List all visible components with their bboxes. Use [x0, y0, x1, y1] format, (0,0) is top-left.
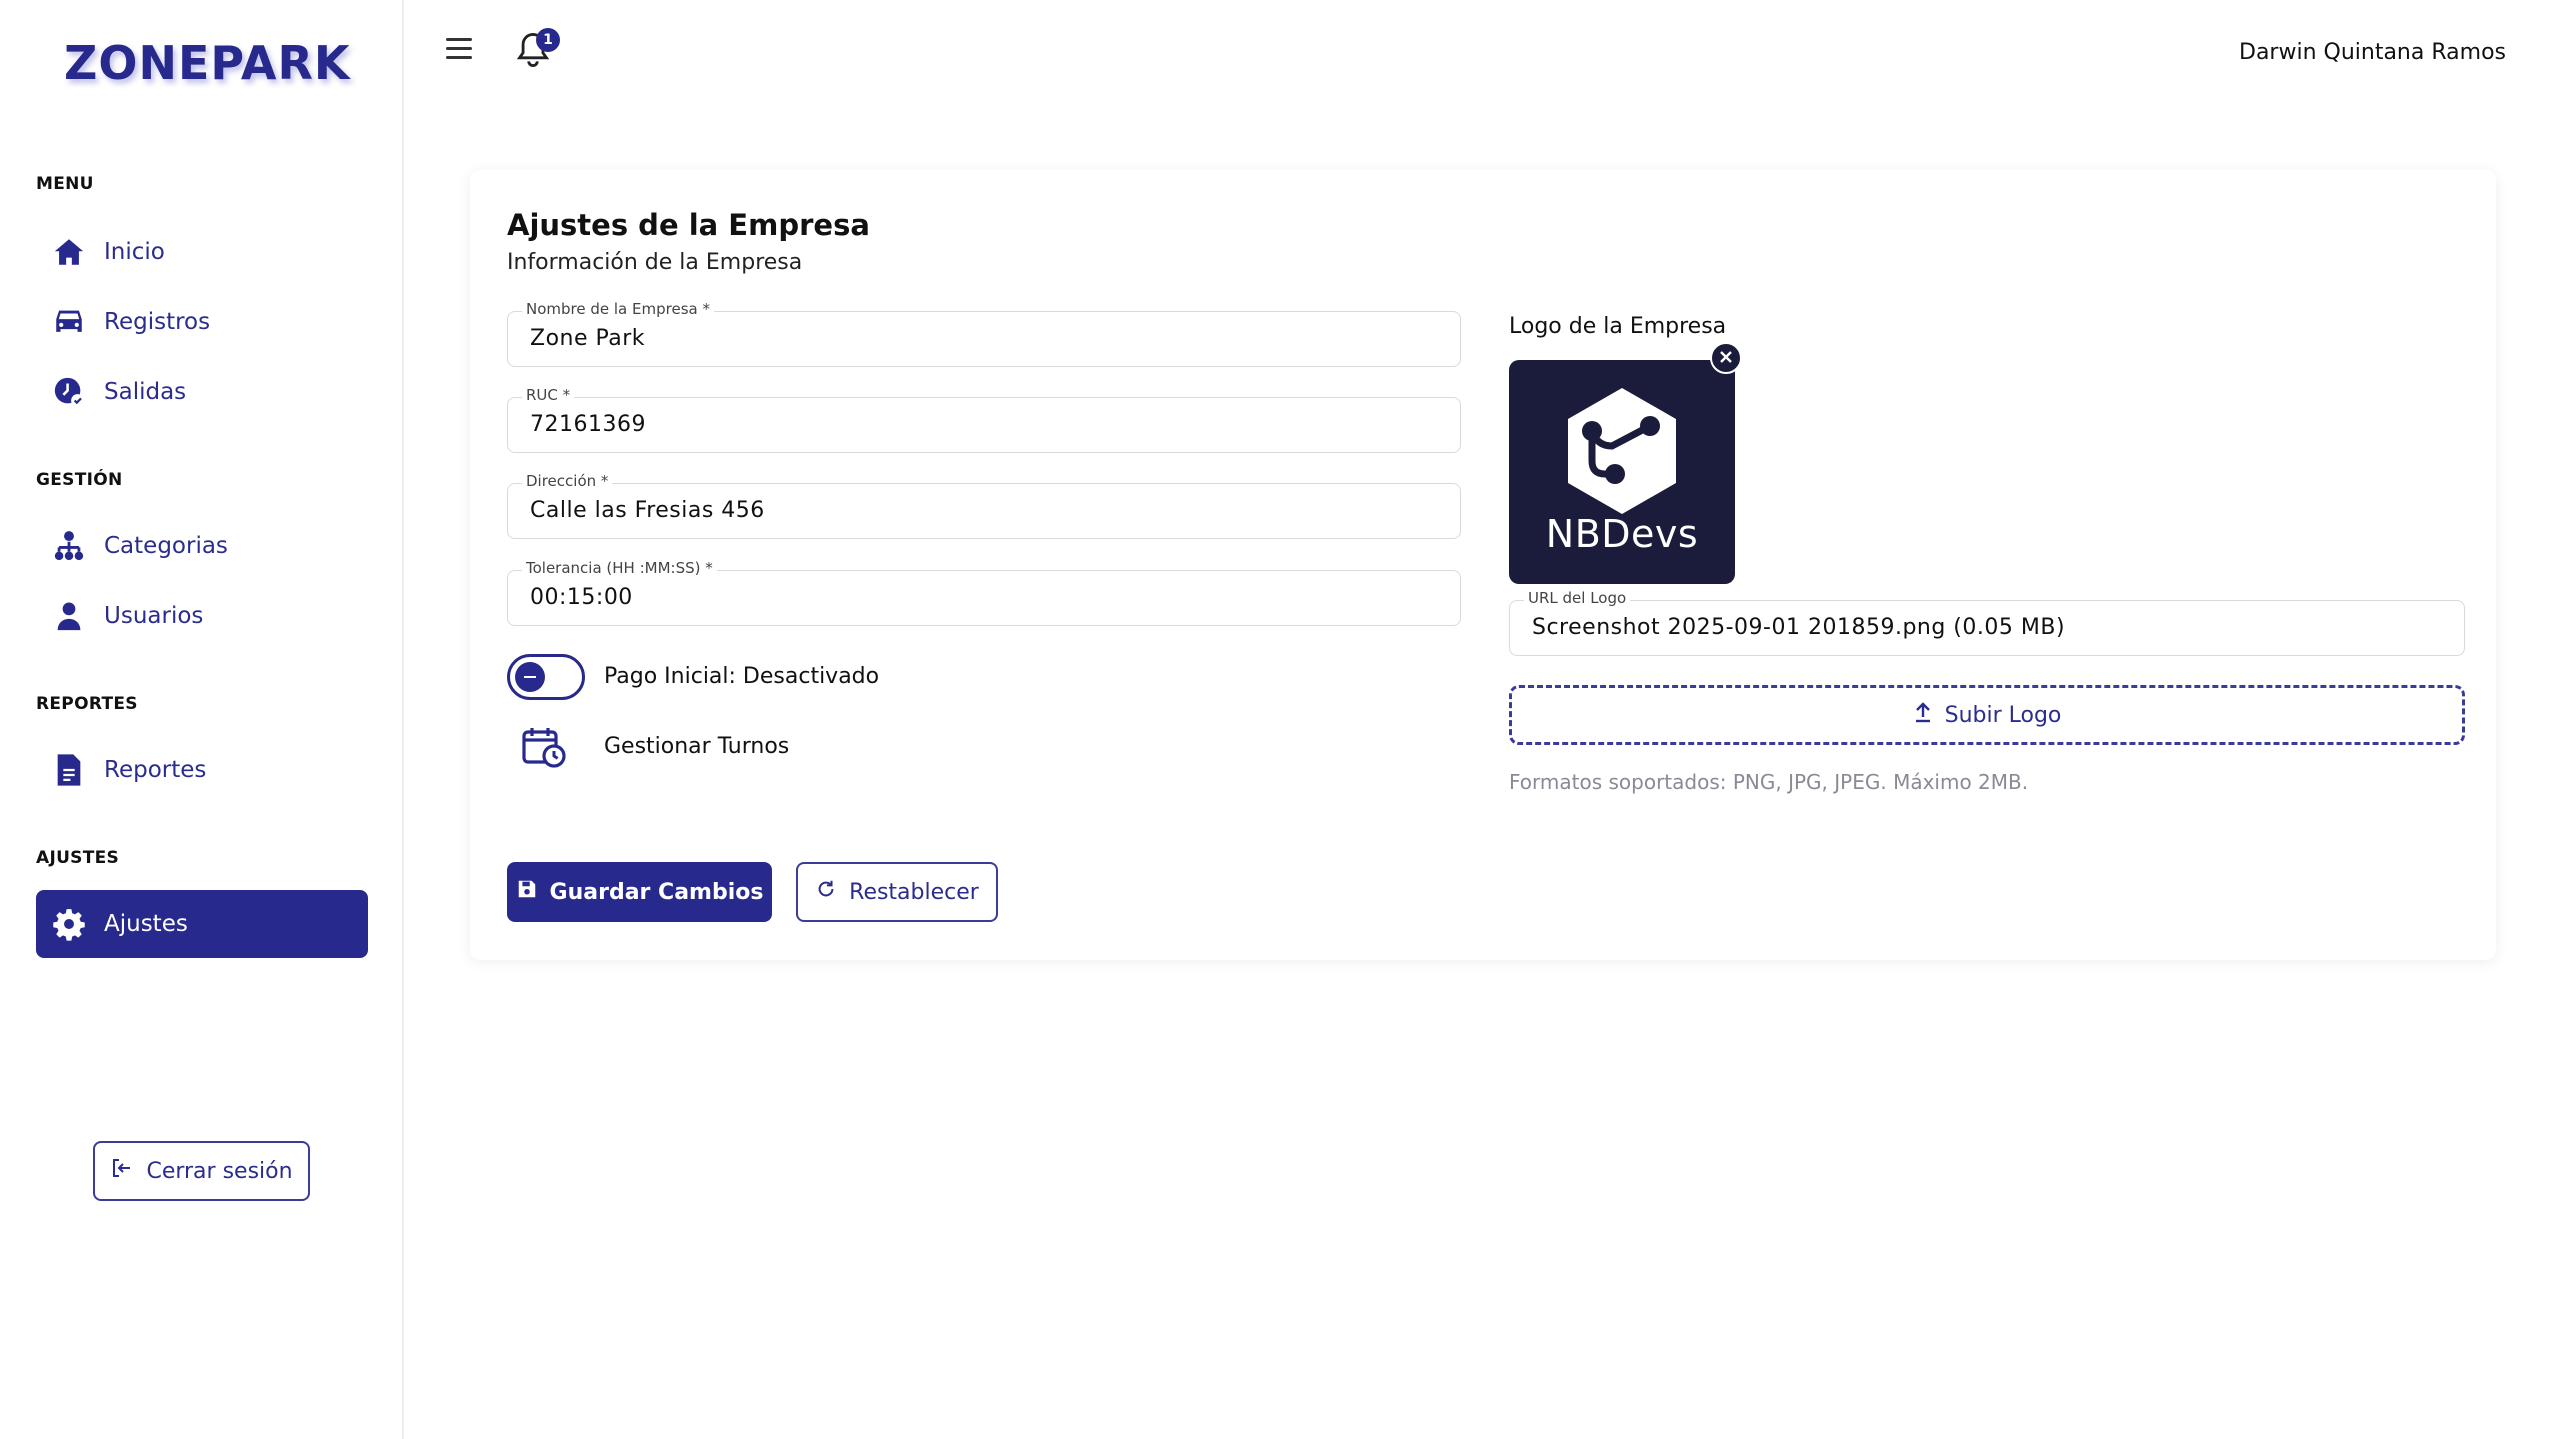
bell-icon	[516, 32, 550, 74]
logout-icon	[110, 1156, 134, 1186]
field-value[interactable]: Zone Park	[530, 326, 1387, 351]
sidebar-item-categorias[interactable]: Categorias	[36, 512, 368, 580]
sidebar: ZONEPARK MENU Inicio Registros Salidas G…	[0, 0, 404, 1439]
page-subtitle: Información de la Empresa	[507, 250, 803, 275]
brand-logo[interactable]: ZONEPARK	[64, 36, 351, 90]
tolerance-field[interactable]: Tolerancia (HH :MM:SS) * 00:15:00	[507, 559, 1461, 626]
calendar-clock-icon[interactable]	[520, 722, 570, 772]
company-settings-card: Ajustes de la Empresa Información de la …	[470, 170, 2496, 960]
sidebar-item-usuarios[interactable]: Usuarios	[36, 582, 368, 650]
brand-logo-part1: ZONE	[64, 36, 211, 90]
menu-toggle-button[interactable]	[446, 38, 472, 62]
floppy-disk-icon	[516, 878, 538, 906]
company-logo-preview: NBDevs	[1509, 360, 1735, 584]
hierarchy-icon	[50, 527, 88, 565]
save-button[interactable]: Guardar Cambios	[507, 862, 772, 922]
car-icon	[50, 303, 88, 341]
logout-button[interactable]: Cerrar sesión	[93, 1141, 310, 1201]
address-field[interactable]: Dirección * Calle las Fresias 456	[507, 472, 1461, 539]
sidebar-item-label: Usuarios	[104, 603, 204, 629]
toggle-knob	[515, 662, 545, 692]
field-label: URL del Logo	[1524, 589, 1631, 607]
sidebar-item-salidas[interactable]: Salidas	[36, 358, 368, 426]
company-name-field[interactable]: Nombre de la Empresa * Zone Park	[507, 300, 1461, 367]
initial-payment-label: Pago Inicial: Desactivado	[604, 664, 880, 689]
home-icon	[50, 233, 88, 271]
remove-logo-button[interactable]	[1710, 342, 1742, 374]
notifications-button[interactable]: 1	[516, 28, 560, 74]
page-title: Ajustes de la Empresa	[507, 208, 870, 242]
section-label-reportes: REPORTES	[36, 694, 138, 714]
logo-image-text: NBDevs	[1545, 512, 1699, 556]
field-value[interactable]: Calle las Fresias 456	[530, 498, 1387, 523]
gear-icon	[50, 905, 88, 943]
logo-url-field[interactable]: URL del Logo Screenshot 2025-09-01 20185…	[1509, 589, 2465, 656]
refresh-icon	[815, 878, 837, 906]
sidebar-item-label: Inicio	[104, 239, 165, 265]
sidebar-item-label: Ajustes	[104, 911, 188, 937]
sidebar-item-label: Categorias	[104, 533, 228, 559]
logout-label: Cerrar sesión	[146, 1158, 293, 1184]
reset-button[interactable]: Restablecer	[796, 862, 998, 922]
section-label-menu: MENU	[36, 174, 94, 194]
sidebar-item-registros[interactable]: Registros	[36, 288, 368, 356]
sidebar-item-reportes[interactable]: Reportes	[36, 736, 368, 804]
upload-icon	[1913, 701, 1933, 729]
section-label-gestion: GESTIÓN	[36, 470, 123, 490]
sidebar-item-ajustes[interactable]: Ajustes	[36, 890, 368, 958]
field-label: Dirección *	[522, 472, 613, 490]
reset-button-label: Restablecer	[849, 879, 979, 905]
upload-logo-button[interactable]: Subir Logo	[1509, 685, 2465, 745]
close-icon	[1719, 349, 1733, 368]
sidebar-item-inicio[interactable]: Inicio	[36, 218, 368, 286]
field-label: RUC *	[522, 386, 575, 404]
manage-shifts-link[interactable]: Gestionar Turnos	[604, 734, 789, 759]
sidebar-item-label: Salidas	[104, 379, 187, 405]
field-label: Nombre de la Empresa *	[522, 300, 714, 318]
user-name[interactable]: Darwin Quintana Ramos	[2239, 40, 2506, 65]
notification-badge: 1	[536, 28, 560, 52]
upload-logo-label: Subir Logo	[1944, 702, 2062, 728]
nbdevs-logo-mark	[1568, 388, 1676, 514]
field-value[interactable]: Screenshot 2025-09-01 201859.png (0.05 M…	[1532, 615, 2065, 640]
save-button-label: Guardar Cambios	[549, 879, 764, 905]
brand-logo-part2: PARK	[210, 36, 351, 90]
clock-check-icon	[50, 373, 88, 411]
sidebar-item-label: Reportes	[104, 757, 207, 783]
field-value[interactable]: 72161369	[530, 412, 1387, 437]
field-value[interactable]: 00:15:00	[530, 585, 1387, 610]
logo-section-title: Logo de la Empresa	[1509, 314, 1727, 339]
section-label-ajustes: AJUSTES	[36, 848, 120, 868]
formats-note: Formatos soportados: PNG, JPG, JPEG. Máx…	[1509, 770, 2029, 794]
field-label: Tolerancia (HH :MM:SS) *	[522, 559, 717, 577]
ruc-field[interactable]: RUC * 72161369	[507, 386, 1461, 453]
sidebar-item-label: Registros	[104, 309, 211, 335]
user-icon	[50, 597, 88, 635]
document-icon	[50, 751, 88, 789]
initial-payment-toggle[interactable]	[507, 654, 585, 700]
